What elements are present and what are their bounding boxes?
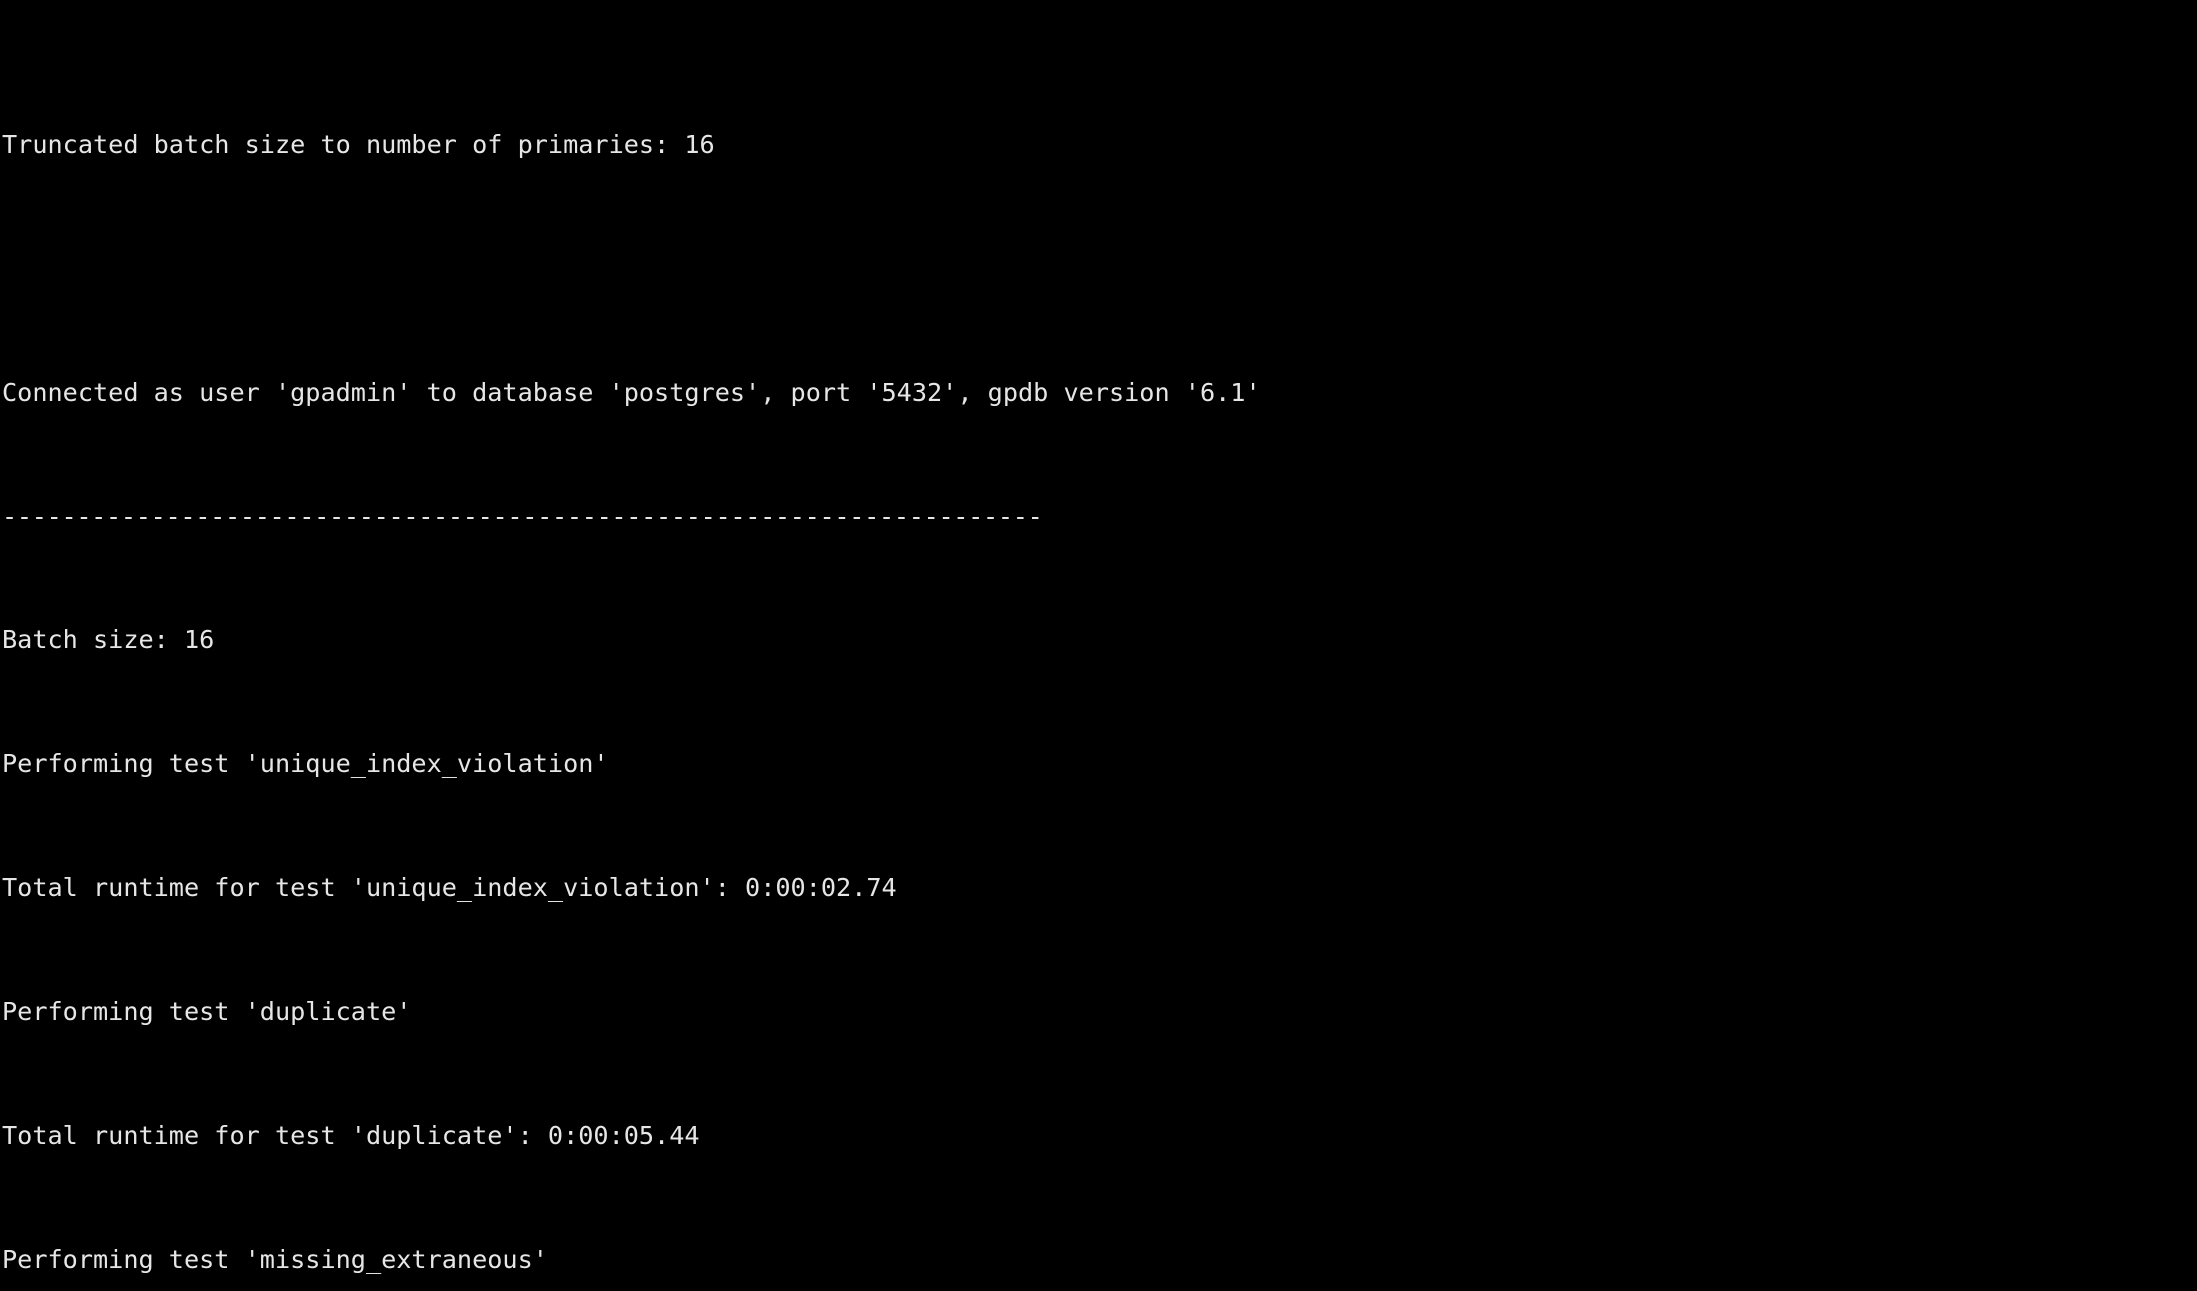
output-line-performing-missing-extraneous: Performing test 'missing_extraneous'	[2, 1244, 548, 1274]
output-line-performing-duplicate: Performing test 'duplicate'	[2, 997, 412, 1027]
output-line-separator-dashes: ----------------------------------------…	[2, 501, 1043, 531]
output-line-connection-info: Connected as user 'gpadmin' to database …	[2, 377, 1261, 407]
terminal-window[interactable]: Truncated batch size to number of primar…	[0, 0, 2197, 1291]
output-line-batch-size: Batch size: 16	[2, 625, 215, 655]
output-line-runtime-duplicate: Total runtime for test 'duplicate': 0:00…	[2, 1121, 700, 1151]
output-line-blank-1	[2, 248, 2197, 289]
output-line-truncated-batch: Truncated batch size to number of primar…	[2, 129, 715, 159]
output-line-performing-unique-index-violation: Performing test 'unique_index_violation'	[2, 749, 609, 779]
output-line-runtime-unique-index-violation: Total runtime for test 'unique_index_vio…	[2, 873, 897, 903]
